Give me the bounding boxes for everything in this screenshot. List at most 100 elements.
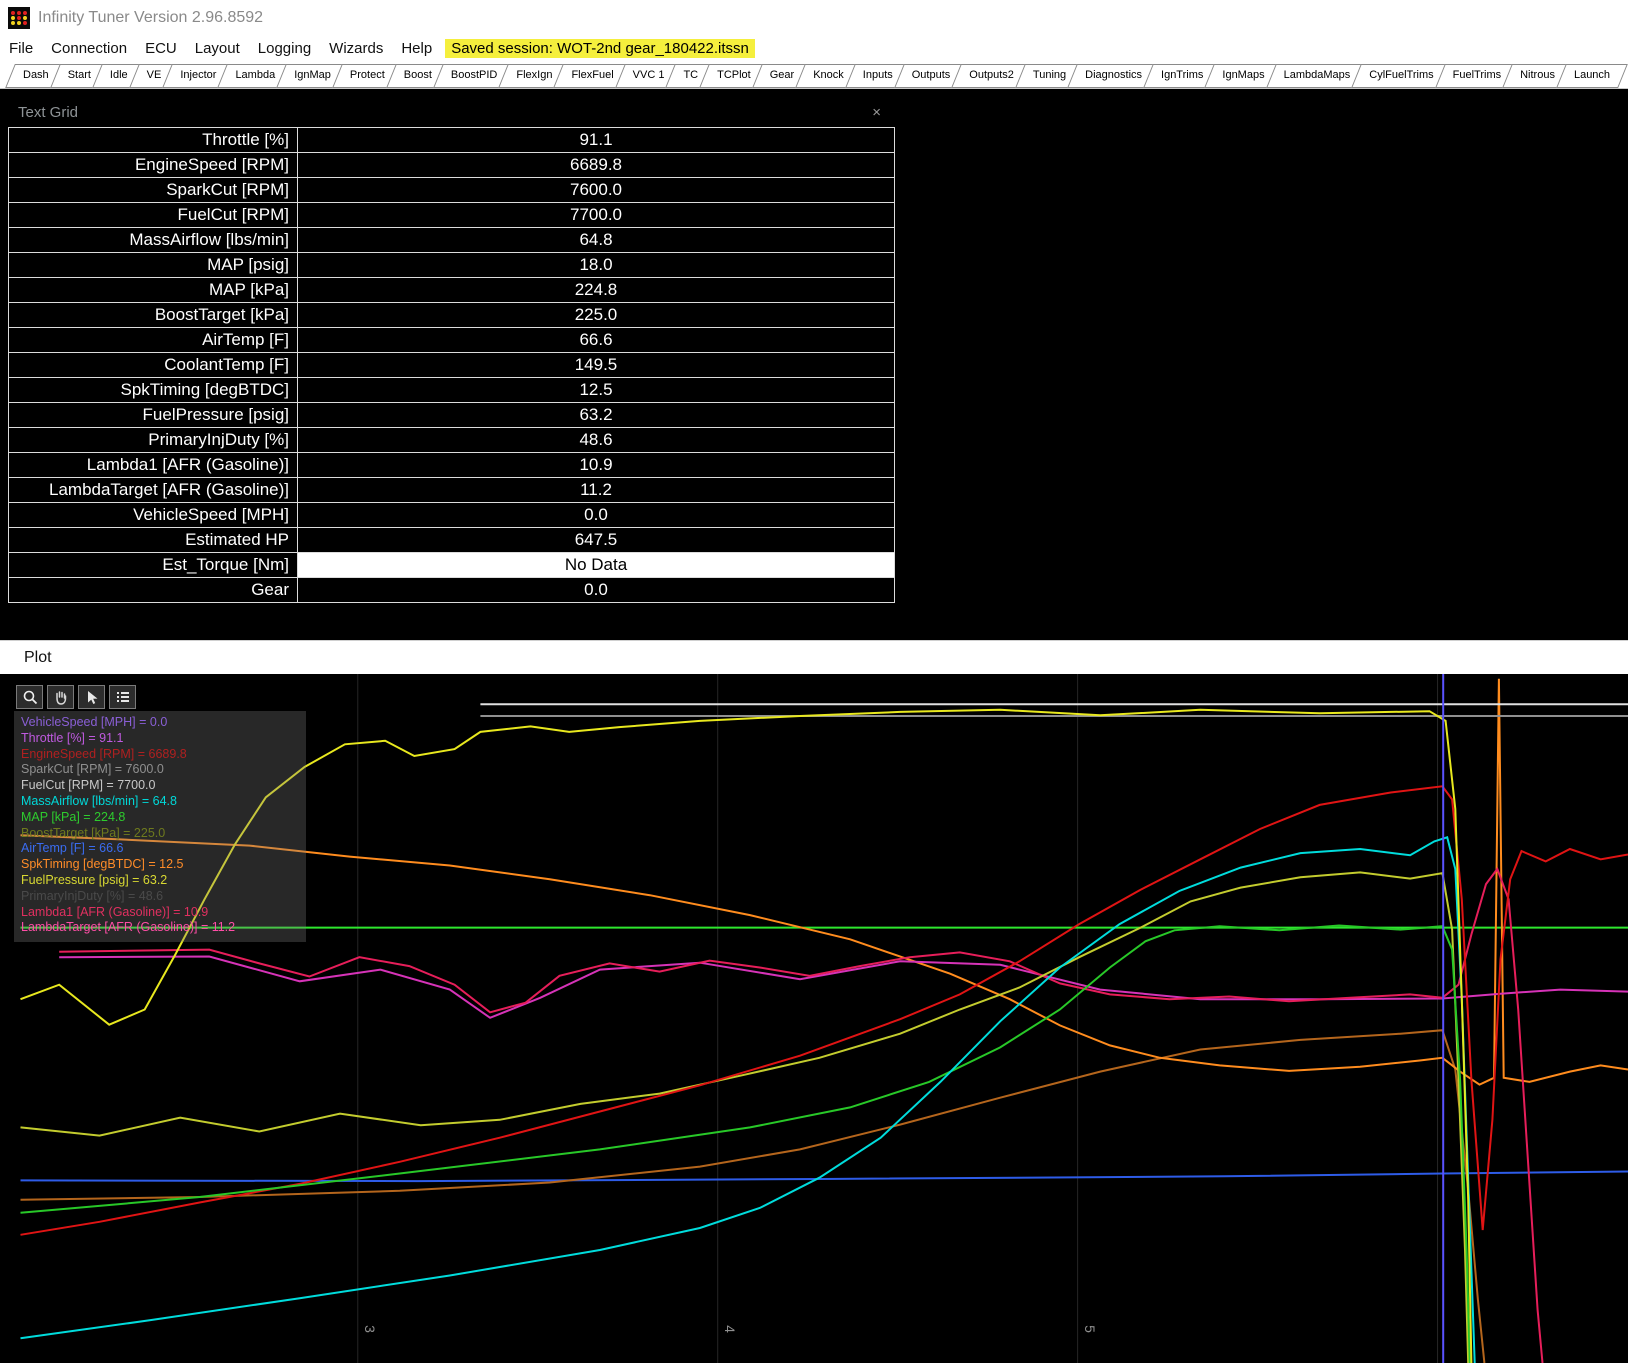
menu-connection[interactable]: Connection (42, 39, 136, 58)
x-tick-label: 4 (722, 1325, 738, 1333)
legend-list-icon[interactable] (109, 685, 136, 709)
row-value: 149.5 (298, 353, 895, 378)
legend-item: AirTemp [F] = 66.6 (21, 841, 299, 857)
row-label: SpkTiming [degBTDC] (9, 378, 298, 403)
table-row: FuelCut [RPM]7700.0 (9, 203, 895, 228)
pan-hand-icon[interactable] (47, 685, 74, 709)
row-label: EngineSpeed [RPM] (9, 153, 298, 178)
row-label: MassAirflow [lbs/min] (9, 228, 298, 253)
table-row: SparkCut [RPM]7600.0 (9, 178, 895, 203)
row-label: Throttle [%] (9, 128, 298, 153)
row-value: 10.9 (298, 453, 895, 478)
x-tick-label: 5 (1082, 1325, 1098, 1333)
row-value: 224.8 (298, 278, 895, 303)
legend-item: MAP [kPa] = 224.8 (21, 810, 299, 826)
legend-item: BoostTarget [kPa] = 225.0 (21, 826, 299, 842)
row-label: AirTemp [F] (9, 328, 298, 353)
row-label: Lambda1 [AFR (Gasoline)] (9, 453, 298, 478)
table-row: VehicleSpeed [MPH]0.0 (9, 503, 895, 528)
row-value: 48.6 (298, 428, 895, 453)
row-value: 12.5 (298, 378, 895, 403)
legend-item: Lambda1 [AFR (Gasoline)] = 10.9 (21, 905, 299, 921)
row-label: Est_Torque [Nm] (9, 553, 298, 578)
row-value: 64.8 (298, 228, 895, 253)
table-row: Est_Torque [Nm]No Data (9, 553, 895, 578)
row-value: 11.2 (298, 478, 895, 503)
row-value: 225.0 (298, 303, 895, 328)
legend-item: LambdaTarget [AFR (Gasoline)] = 11.2 (21, 920, 299, 936)
row-label: SparkCut [RPM] (9, 178, 298, 203)
app-icon (8, 7, 30, 29)
menu-layout[interactable]: Layout (186, 39, 249, 58)
workspace: Text Grid × Throttle [%]91.1EngineSpeed … (0, 89, 1628, 640)
plot-area[interactable]: VehicleSpeed [MPH] = 0.0Throttle [%] = 9… (0, 674, 1628, 1363)
series-lambda1-afr-gasoline (59, 869, 1542, 1363)
legend-item: SpkTiming [degBTDC] = 12.5 (21, 857, 299, 873)
table-row: PrimaryInjDuty [%]48.6 (9, 428, 895, 453)
menu-file[interactable]: File (0, 39, 42, 58)
row-value: 6689.8 (298, 153, 895, 178)
tab-diagnostics[interactable]: Diagnostics (1072, 64, 1155, 88)
cursor-arrow-icon[interactable] (78, 685, 105, 709)
text-grid-panel: Text Grid × Throttle [%]91.1EngineSpeed … (8, 97, 895, 603)
menubar: FileConnectionECULayoutLoggingWizardsHel… (0, 36, 1628, 61)
legend-item: FuelCut [RPM] = 7700.0 (21, 778, 299, 794)
row-label: FuelCut [RPM] (9, 203, 298, 228)
table-row: MAP [kPa]224.8 (9, 278, 895, 303)
x-tick-label: 3 (362, 1325, 378, 1333)
row-label: FuelPressure [psig] (9, 403, 298, 428)
row-value: 7600.0 (298, 178, 895, 203)
tab-cylfueltrims[interactable]: CylFuelTrims (1356, 64, 1446, 88)
menu-logging[interactable]: Logging (249, 39, 320, 58)
row-label: LambdaTarget [AFR (Gasoline)] (9, 478, 298, 503)
table-row: BoostTarget [kPa]225.0 (9, 303, 895, 328)
row-label: MAP [psig] (9, 253, 298, 278)
session-label: Saved session: WOT-2nd gear_180422.itssn (445, 39, 755, 58)
menu-ecu[interactable]: ECU (136, 39, 186, 58)
table-row: EngineSpeed [RPM]6689.8 (9, 153, 895, 178)
row-value: 0.0 (298, 578, 895, 603)
menu-help[interactable]: Help (392, 39, 441, 58)
row-value: 66.6 (298, 328, 895, 353)
row-label: MAP [kPa] (9, 278, 298, 303)
row-value: 647.5 (298, 528, 895, 553)
zoom-icon[interactable] (16, 685, 43, 709)
row-label: BoostTarget [kPa] (9, 303, 298, 328)
table-row: Throttle [%]91.1 (9, 128, 895, 153)
series-lambdatarget-afr-gasoline (59, 957, 1628, 1018)
table-row: MAP [psig]18.0 (9, 253, 895, 278)
titlebar: Infinity Tuner Version 2.96.8592 (0, 0, 1628, 36)
table-row: FuelPressure [psig]63.2 (9, 403, 895, 428)
table-row: AirTemp [F]66.6 (9, 328, 895, 353)
row-label: CoolantTemp [F] (9, 353, 298, 378)
row-value: 7700.0 (298, 203, 895, 228)
plot-toolbar (16, 685, 136, 709)
table-row: Gear0.0 (9, 578, 895, 603)
legend-item: SparkCut [RPM] = 7600.0 (21, 762, 299, 778)
row-label: Estimated HP (9, 528, 298, 553)
close-icon[interactable]: × (868, 104, 885, 121)
row-label: PrimaryInjDuty [%] (9, 428, 298, 453)
legend-item: VehicleSpeed [MPH] = 0.0 (21, 715, 299, 731)
series-airtemp-f (21, 1172, 1628, 1182)
row-value: No Data (298, 553, 895, 578)
text-grid-title: Text Grid (18, 104, 78, 121)
window-title: Infinity Tuner Version 2.96.8592 (38, 9, 263, 27)
series-fuelpressure-psig (21, 872, 1469, 1363)
legend-item: EngineSpeed [RPM] = 6689.8 (21, 747, 299, 763)
table-row: Estimated HP647.5 (9, 528, 895, 553)
row-value: 91.1 (298, 128, 895, 153)
legend-item: PrimaryInjDuty [%] = 48.6 (21, 889, 299, 905)
table-row: CoolantTemp [F]149.5 (9, 353, 895, 378)
legend-item: Throttle [%] = 91.1 (21, 731, 299, 747)
row-label: Gear (9, 578, 298, 603)
series-primaryinjduty (21, 1030, 1485, 1363)
text-grid-header: Text Grid × (8, 97, 895, 127)
menu-wizards[interactable]: Wizards (320, 39, 392, 58)
plot-panel-header: Plot (0, 640, 1628, 674)
series-map-kpa (21, 926, 1470, 1363)
tab-launch[interactable]: Launch (1561, 64, 1623, 88)
legend-item: MassAirflow [lbs/min] = 64.8 (21, 794, 299, 810)
row-value: 0.0 (298, 503, 895, 528)
tab-lambdamaps[interactable]: LambdaMaps (1271, 64, 1364, 88)
